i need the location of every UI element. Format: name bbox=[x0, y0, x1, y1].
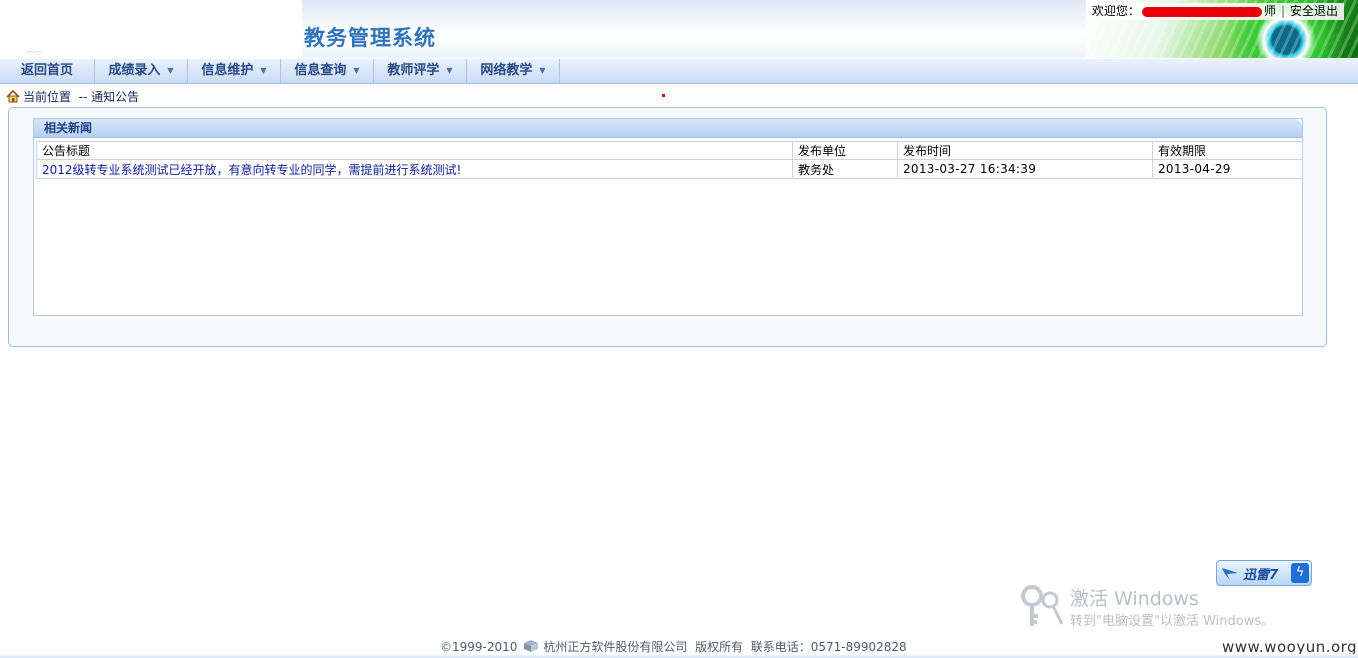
footer: ©1999-2010 杭州正方软件股份有限公司 版权所有 联系电话：0571-8… bbox=[440, 638, 907, 655]
breadcrumb-page: -- 通知公告 bbox=[78, 90, 140, 104]
key-icon bbox=[1021, 585, 1064, 626]
nav-home[interactable]: 返回首页 bbox=[0, 59, 95, 83]
chevron-down-icon: ▼ bbox=[353, 66, 360, 75]
home-icon bbox=[6, 90, 20, 103]
nav-score-entry-label: 成绩录入 bbox=[108, 63, 161, 78]
nav-teacher-evaluation[interactable]: 教师评学 ▼ bbox=[374, 59, 467, 83]
chevron-down-icon: ▼ bbox=[167, 66, 174, 75]
red-dot bbox=[662, 94, 665, 97]
chevron-down-icon: ▼ bbox=[260, 66, 267, 75]
news-table: 公告标题 发布单位 发布时间 有效期限 2012级转专业系统测试已经开放，有意向… bbox=[36, 141, 1303, 179]
logo-icon: ⌒⌒ bbox=[26, 51, 42, 60]
news-panel-header: 相关新闻 bbox=[34, 119, 1302, 138]
column-header: 发布单位 bbox=[792, 141, 898, 160]
announcement-link[interactable]: 2012级转专业系统测试已经开放，有意向转专业的同学，需提前进行系统测试! bbox=[42, 163, 461, 177]
nav-online-teaching-label: 网络教学 bbox=[480, 63, 533, 78]
divider: | bbox=[1280, 4, 1285, 18]
nav-info-maintenance-label: 信息维护 bbox=[201, 63, 254, 78]
column-header: 公告标题 bbox=[36, 141, 793, 160]
nav-home-label: 返回首页 bbox=[20, 63, 73, 78]
chevron-down-icon: ▼ bbox=[539, 66, 546, 75]
lightning-icon: ϟ bbox=[1291, 563, 1309, 583]
bottom-border bbox=[0, 654, 1358, 658]
system-title: 教务管理系统 bbox=[304, 26, 436, 50]
nav-teacher-evaluation-label: 教师评学 bbox=[387, 63, 440, 78]
nav-info-maintenance[interactable]: 信息维护 ▼ bbox=[188, 59, 281, 83]
breadcrumb: 当前位置 -- 通知公告 bbox=[6, 89, 139, 105]
welcome-label: 欢迎您： bbox=[1091, 4, 1140, 18]
news-panel: 相关新闻 公告标题 发布单位 发布时间 有效期限 2012级转专业系统测试已经开… bbox=[8, 107, 1327, 347]
publish-time-cell: 2013-03-27 16:34:39 bbox=[897, 159, 1153, 179]
footer-copyright: ©1999-2010 bbox=[440, 640, 518, 654]
nav-online-teaching[interactable]: 网络教学 ▼ bbox=[467, 59, 560, 83]
main-nav: 返回首页 成绩录入 ▼ 信息维护 ▼ 信息查询 ▼ 教师评学 ▼ 网络教学 ▼ bbox=[0, 59, 1358, 84]
chevron-down-icon: ▼ bbox=[446, 66, 453, 75]
expiry-cell: 2013-04-29 bbox=[1152, 159, 1303, 179]
redacted-username bbox=[1141, 6, 1262, 17]
footer-phone: 联系电话：0571-89902828 bbox=[750, 640, 907, 654]
nav-score-entry[interactable]: 成绩录入 ▼ bbox=[95, 59, 188, 83]
footer-company: 杭州正方软件股份有限公司 bbox=[543, 640, 688, 654]
header-banner: ⌒⌒ 教务管理系统 欢迎您： 师 | 安全退出 bbox=[0, 0, 1358, 60]
user-bar: 欢迎您： 师 | 安全退出 bbox=[1085, 3, 1344, 20]
xunlei-float-button[interactable]: 迅雷7 ϟ bbox=[1216, 560, 1312, 586]
nav-info-query-label: 信息查询 bbox=[294, 63, 347, 78]
column-header: 发布时间 bbox=[897, 141, 1153, 160]
footer-rights: 版权所有 bbox=[695, 640, 744, 654]
logout-link[interactable]: 安全退出 bbox=[1290, 4, 1338, 18]
announcement-title-cell: 2012级转专业系统测试已经开放，有意向转专业的同学，需提前进行系统测试! bbox=[36, 159, 793, 179]
table-header-row: 公告标题 发布单位 发布时间 有效期限 bbox=[36, 141, 1303, 160]
nav-info-query[interactable]: 信息查询 ▼ bbox=[281, 59, 374, 83]
column-header: 有效期限 bbox=[1152, 141, 1303, 160]
breadcrumb-current-label: 当前位置 bbox=[23, 90, 72, 104]
company-logo-icon bbox=[524, 640, 539, 652]
user-role-suffix: 师 bbox=[1263, 4, 1276, 18]
activate-subtitle: 转到"电脑设置"以激活 Windows。 bbox=[1070, 614, 1275, 629]
bird-icon bbox=[1222, 568, 1238, 580]
table-row: 2012级转专业系统测试已经开放，有意向转专业的同学，需提前进行系统测试! 教务… bbox=[36, 159, 1303, 179]
publisher-cell: 教务处 bbox=[792, 159, 898, 179]
xunlei-label: 迅雷7 bbox=[1243, 568, 1279, 583]
news-panel-title: 相关新闻 bbox=[44, 121, 93, 135]
activate-title: 激活 Windows bbox=[1070, 588, 1199, 610]
windows-activation-watermark: 激活 Windows 转到"电脑设置"以激活 Windows。 bbox=[1020, 584, 1340, 634]
news-panel-body: 相关新闻 公告标题 发布单位 发布时间 有效期限 2012级转专业系统测试已经开… bbox=[33, 118, 1303, 316]
